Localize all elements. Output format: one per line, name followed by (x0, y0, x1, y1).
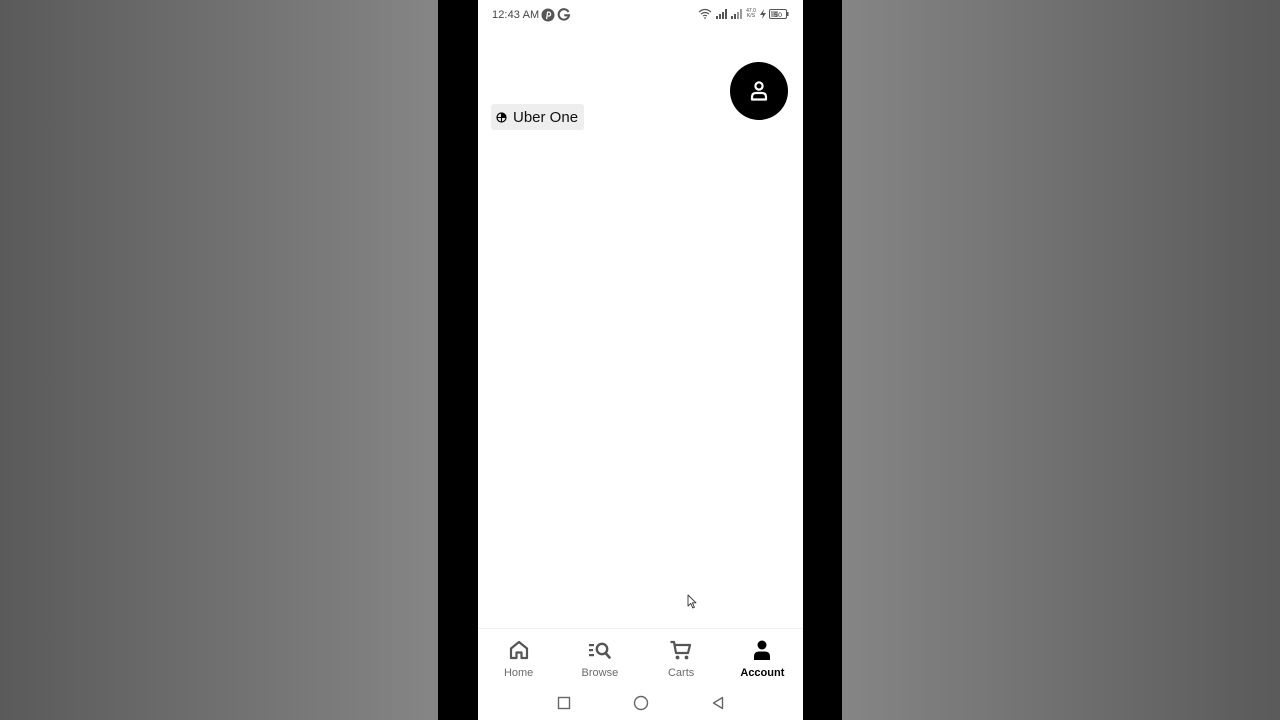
system-home-button[interactable] (633, 695, 649, 711)
network-speed: 47.0 K/S (745, 8, 757, 19)
nav-item-home[interactable]: Home (478, 629, 559, 681)
browse-icon (588, 642, 611, 659)
pinterest-icon (541, 8, 555, 22)
status-bar: 12:43 AM 47.0 K/S 50 (478, 0, 803, 32)
uber-one-label: Uber One (513, 108, 579, 126)
system-navigation-bar (478, 688, 803, 718)
nav-label-account: Account (740, 667, 785, 679)
profile-avatar-button[interactable] (730, 62, 788, 120)
signal-icon (716, 8, 727, 19)
signal-icon (731, 8, 742, 19)
nav-label-browse: Browse (581, 667, 619, 679)
google-icon (557, 8, 571, 21)
battery-icon: 50 (769, 8, 789, 19)
battery-level: 50 (774, 10, 782, 18)
recents-button[interactable] (557, 696, 571, 710)
charging-icon (760, 8, 766, 19)
cart-icon (670, 640, 692, 660)
home-icon (509, 640, 528, 660)
nav-item-browse[interactable]: Browse (559, 629, 640, 681)
nav-item-account[interactable]: Account (722, 629, 803, 681)
back-button[interactable] (711, 696, 725, 710)
status-system-icons: 47.0 K/S 50 (698, 8, 789, 19)
status-time: 12:43 AM (492, 9, 540, 21)
nav-item-carts[interactable]: Carts (641, 629, 722, 681)
wifi-icon (698, 8, 712, 19)
account-icon (754, 640, 771, 660)
network-speed-unit: K/S (746, 12, 756, 19)
nav-label-home: Home (503, 667, 534, 679)
uber-one-icon (496, 111, 507, 123)
app-screen: 12:43 AM 47.0 K/S 50 Uber One Home Brows… (478, 0, 803, 720)
uber-one-chip[interactable]: Uber One (491, 104, 585, 130)
bottom-navigation: Home Browse Carts Account (478, 628, 803, 681)
nav-label-carts: Carts (667, 667, 695, 679)
mouse-cursor-icon (687, 594, 697, 609)
person-icon (750, 81, 768, 101)
status-app-icons (541, 8, 571, 22)
